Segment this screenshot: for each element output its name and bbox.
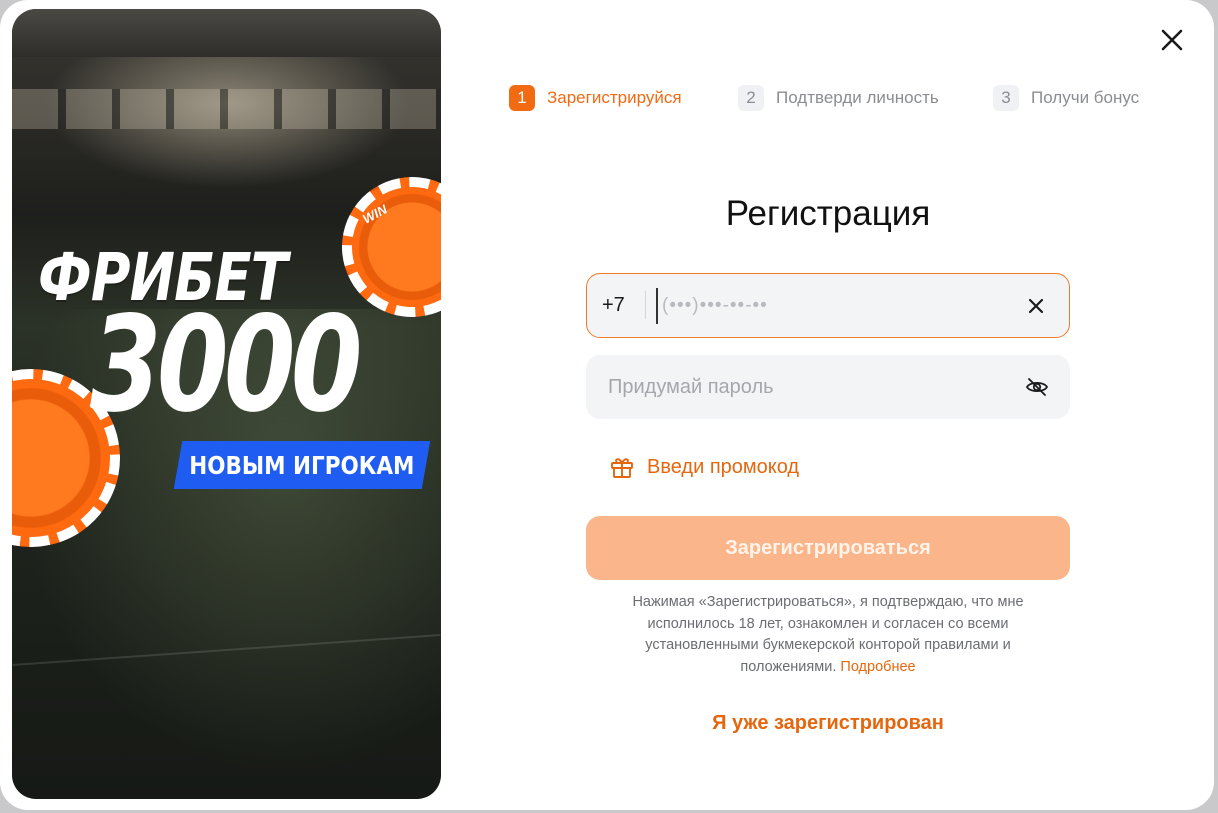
- step-number: 1: [509, 85, 535, 111]
- promo-code-link[interactable]: Введи промокод: [609, 454, 799, 480]
- step-number: 2: [738, 85, 764, 111]
- eye-off-icon: [1025, 378, 1049, 396]
- promo-badge: НОВЫМ ИГРОКАМ: [173, 441, 431, 489]
- step-label: Получи бонус: [1031, 88, 1140, 107]
- registration-modal: WIN ФРИБЕТ 3000 НОВЫМ ИГРОКАМ 1 Зарегист…: [0, 0, 1214, 810]
- stadium-stands: [12, 89, 441, 129]
- legal-more-link[interactable]: Подробнее: [840, 659, 915, 675]
- legal-notice: Нажимая «Зарегистрироваться», я подтверж…: [600, 592, 1056, 678]
- close-button[interactable]: [1154, 22, 1190, 58]
- phone-separator: [645, 291, 646, 319]
- register-button[interactable]: Зарегистрироваться: [586, 516, 1070, 580]
- promo-badge-label: НОВЫМ ИГРОКАМ: [189, 450, 415, 480]
- close-icon: [1028, 298, 1044, 314]
- promo-amount: 3000: [90, 288, 363, 442]
- step-register: 1 Зарегистрируйся: [509, 84, 682, 112]
- password-field[interactable]: [586, 355, 1070, 419]
- close-icon: [1161, 29, 1183, 51]
- phone-input[interactable]: [656, 288, 1016, 324]
- window-edge: [1214, 0, 1218, 813]
- phone-field[interactable]: +7: [586, 273, 1070, 338]
- step-verify: 2 Подтверди личность: [738, 84, 939, 112]
- step-label: Зарегистрируйся: [547, 88, 682, 107]
- gift-icon: [611, 458, 633, 478]
- promo-code-label: Введи промокод: [647, 455, 800, 478]
- step-bonus: 3 Получи бонус: [993, 84, 1139, 112]
- stadium-roof: [12, 9, 441, 57]
- chip-label: WIN: [360, 201, 390, 227]
- toggle-password-button[interactable]: [1023, 373, 1051, 401]
- promo-banner: WIN ФРИБЕТ 3000 НОВЫМ ИГРОКАМ: [12, 9, 441, 799]
- already-registered-link[interactable]: Я уже зарегистрирован: [586, 712, 1070, 735]
- page-title: Регистрация: [725, 194, 931, 233]
- legal-text: Нажимая «Зарегистрироваться», я подтверж…: [632, 594, 1024, 675]
- step-number: 3: [993, 85, 1019, 111]
- clear-phone-button[interactable]: [1023, 293, 1049, 319]
- password-input[interactable]: [608, 369, 1008, 405]
- registration-steps: 1 Зарегистрируйся 2 Подтверди личность 3…: [509, 84, 1169, 112]
- phone-prefix: +7: [602, 294, 625, 316]
- step-label: Подтверди личность: [776, 88, 939, 107]
